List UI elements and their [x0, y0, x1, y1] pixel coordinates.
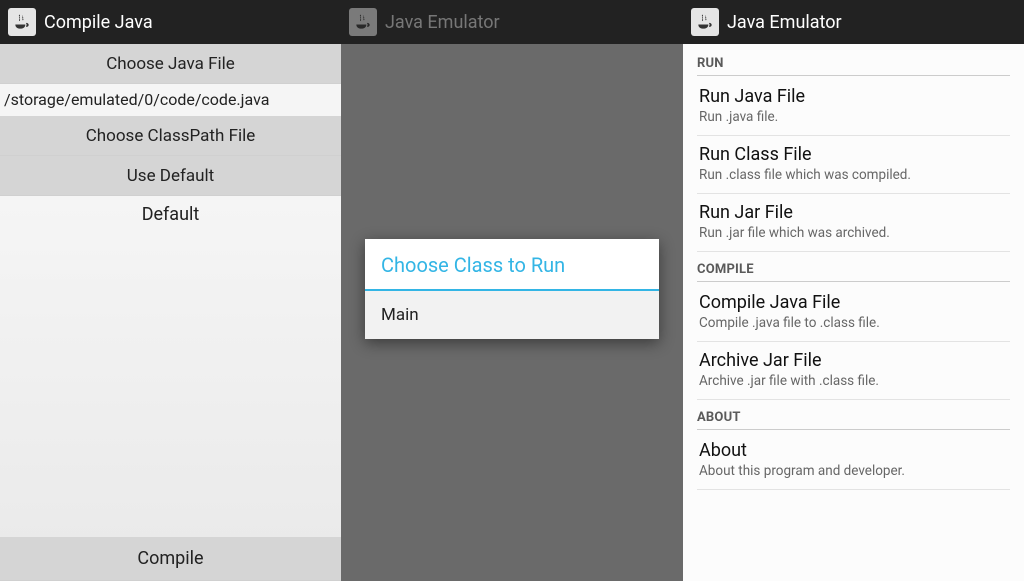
java-icon: [691, 8, 719, 36]
menu-item-subtitle: Run .class file which was compiled.: [699, 167, 1008, 183]
actionbar: Compile Java: [0, 0, 341, 44]
java-icon: [8, 8, 36, 36]
menu-item-title: Run Class File: [699, 144, 1008, 165]
menu-item[interactable]: Archive Jar File Archive .jar file with .…: [697, 342, 1010, 400]
screen-main-menu: Java Emulator RUN Run Java File Run .java …: [683, 0, 1024, 581]
screen-choose-class: Java Emulator Choose Class to Run Main: [341, 0, 683, 581]
choose-class-dialog: Choose Class to Run Main: [365, 239, 659, 339]
actionbar-title: Java Emulator: [385, 12, 500, 33]
compile-panel: Choose Java File /storage/emulated/0/cod…: [0, 44, 341, 581]
actionbar: Java Emulator: [341, 0, 683, 44]
menu-item[interactable]: Run Class File Run .class file which was …: [697, 136, 1010, 194]
choose-java-file-button[interactable]: Choose Java File: [0, 44, 341, 84]
menu-item[interactable]: Run Jar File Run .jar file which was arch…: [697, 194, 1010, 252]
compile-button[interactable]: Compile: [0, 537, 341, 581]
actionbar: Java Emulator: [683, 0, 1024, 44]
section-header: ABOUT: [697, 400, 1010, 430]
classpath-default-label: Default: [0, 196, 341, 233]
dialog-title: Choose Class to Run: [365, 239, 659, 291]
menu-item-subtitle: Run .jar file which was archived.: [699, 225, 1008, 241]
menu-item-subtitle: About this program and developer.: [699, 463, 1008, 479]
menu-item-subtitle: Archive .jar file with .class file.: [699, 373, 1008, 389]
menu-item-title: About: [699, 440, 1008, 461]
menu-item-subtitle: Run .java file.: [699, 109, 1008, 125]
menu-item[interactable]: Compile Java File Compile .java file to .…: [697, 284, 1010, 342]
menu-item-subtitle: Compile .java file to .class file.: [699, 315, 1008, 331]
use-default-button[interactable]: Use Default: [0, 156, 341, 196]
section-header: COMPILE: [697, 252, 1010, 282]
screen-compile-java: Compile Java Choose Java File /storage/e…: [0, 0, 341, 581]
menu-item[interactable]: About About this program and developer.: [697, 432, 1010, 490]
menu-item[interactable]: Run Java File Run .java file.: [697, 78, 1010, 136]
menu-list: RUN Run Java File Run .java file. Run Class…: [683, 44, 1024, 581]
java-icon: [349, 8, 377, 36]
java-file-path: /storage/emulated/0/code/code.java: [0, 84, 341, 116]
dialog-backdrop[interactable]: Choose Class to Run Main: [341, 44, 683, 581]
choose-classpath-file-button[interactable]: Choose ClassPath File: [0, 116, 341, 156]
actionbar-title: Compile Java: [44, 12, 153, 33]
menu-item-title: Run Jar File: [699, 202, 1008, 223]
menu-item-title: Compile Java File: [699, 292, 1008, 313]
actionbar-title: Java Emulator: [727, 12, 842, 33]
section-header: RUN: [697, 46, 1010, 76]
menu-item-title: Run Java File: [699, 86, 1008, 107]
menu-item-title: Archive Jar File: [699, 350, 1008, 371]
dialog-option[interactable]: Main: [365, 291, 659, 339]
